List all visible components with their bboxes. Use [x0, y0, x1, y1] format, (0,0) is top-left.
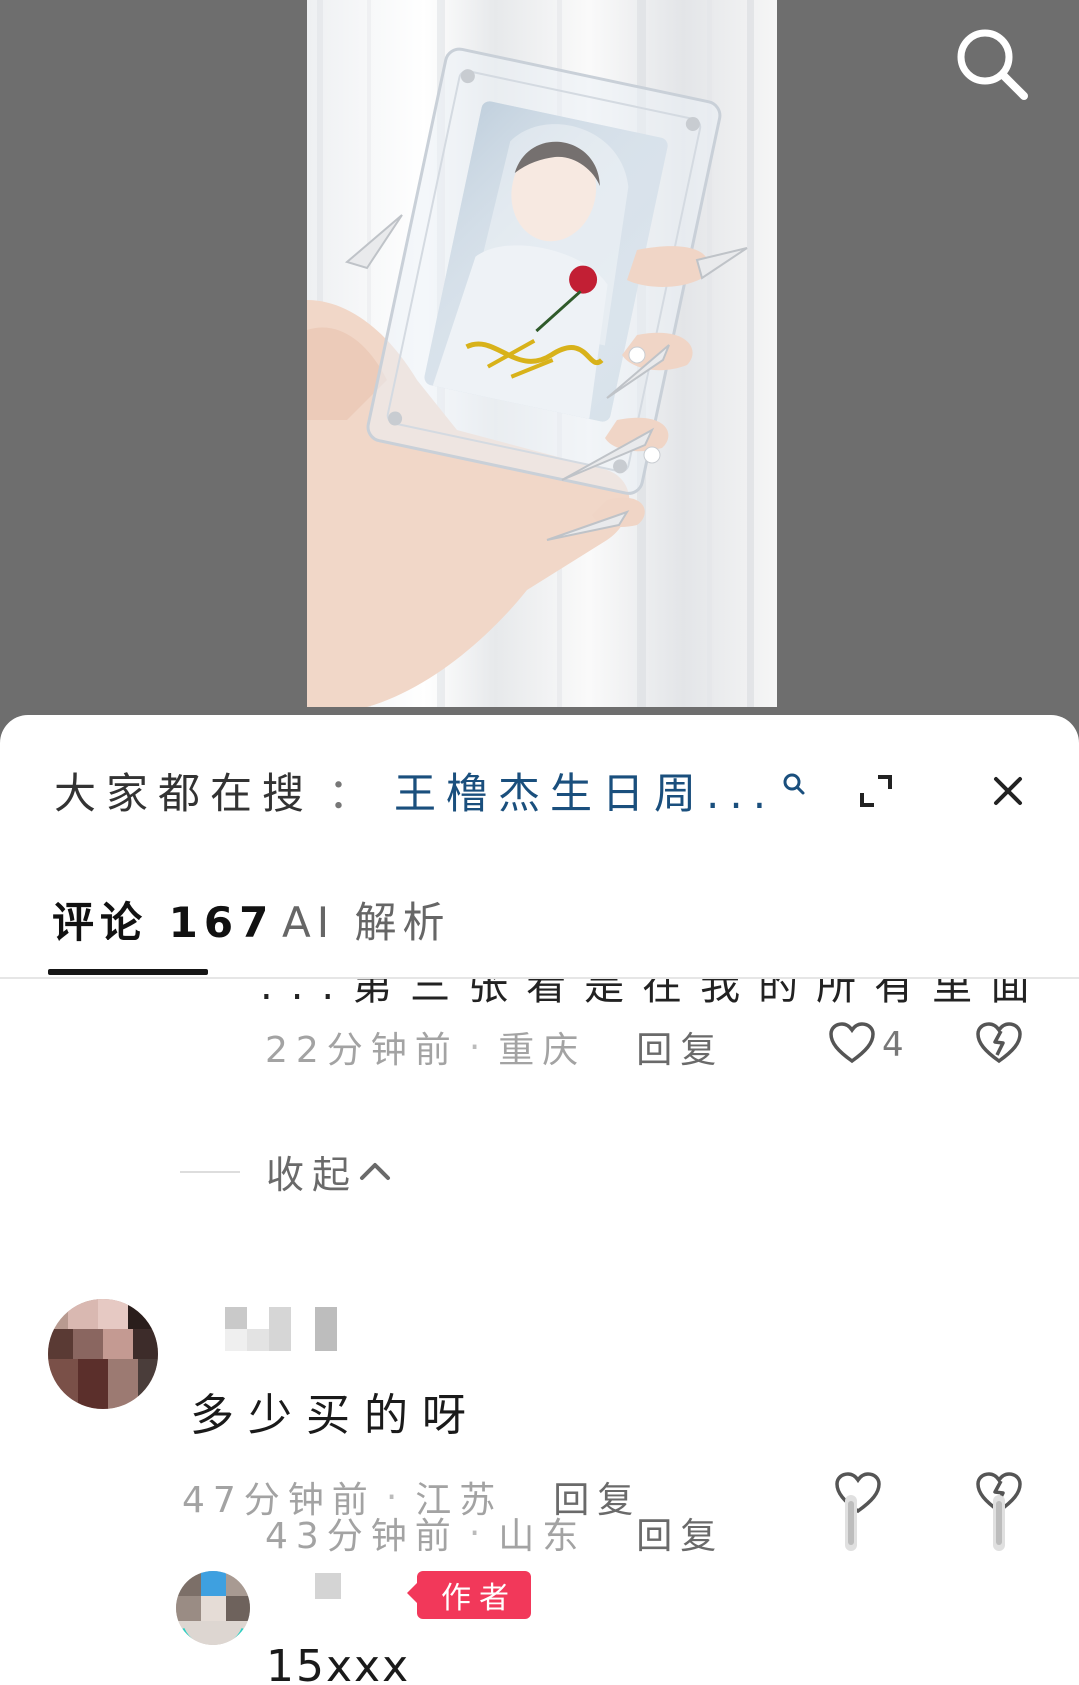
- close-icon[interactable]: [980, 763, 1036, 819]
- search-icon: [782, 757, 806, 806]
- avatar[interactable]: [48, 1299, 158, 1409]
- scroll-indicator-right: [990, 1493, 1008, 1553]
- like-count: 4: [882, 1025, 904, 1065]
- scroll-indicator-left: [842, 1493, 860, 1553]
- comment-list[interactable]: ...第三张看是在我的所有里面 22分钟前 · 重庆 回复 4 收起 多少买的呀…: [0, 979, 1079, 1685]
- screen: 大家都在搜 ： 王橹杰生日周... 评论 167 AI 解析 ...第三张看是在…: [0, 0, 1079, 1685]
- tab-comments[interactable]: 评论 167: [52, 889, 274, 950]
- photo-card-image: [307, 0, 777, 707]
- hot-search-colon: ：: [328, 768, 381, 818]
- comment-text: 15xxx: [266, 1641, 411, 1685]
- heart-icon: [828, 1021, 876, 1069]
- hot-search-bar[interactable]: 大家都在搜 ： 王橹杰生日周...: [54, 755, 806, 825]
- comment-sheet: 大家都在搜 ： 王橹杰生日周... 评论 167 AI 解析 ...第三张看是在…: [0, 715, 1079, 1685]
- username-redacted[interactable]: [225, 1307, 340, 1355]
- collapse-divider: [180, 1170, 240, 1173]
- comment-location: 重庆: [498, 1030, 587, 1071]
- author-badge: 作者: [407, 1571, 531, 1619]
- reply-button[interactable]: 回复: [636, 1507, 724, 1559]
- comment-tabs: 评论 167 AI 解析: [0, 865, 1079, 979]
- comment-location: 山东: [498, 1516, 587, 1557]
- collapse-label: 收起: [266, 1153, 359, 1197]
- username-redacted[interactable]: [315, 1573, 341, 1599]
- like-button[interactable]: 4: [828, 1021, 904, 1069]
- comment-time: 43分钟前: [265, 1516, 459, 1557]
- hot-search-term[interactable]: 王橹杰生日周...: [394, 760, 776, 821]
- reply-meta: 22分钟前 · 重庆 回复: [265, 1021, 724, 1073]
- dislike-icon: [975, 1021, 1023, 1069]
- dislike-button[interactable]: [975, 1021, 1023, 1069]
- search-icon[interactable]: [952, 24, 1032, 104]
- meta-separator: ·: [468, 1026, 489, 1068]
- hot-search-prefix: 大家都在搜: [54, 768, 315, 818]
- active-tab-indicator: [48, 969, 208, 975]
- reply-text-partial: ...第三张看是在我的所有里面: [260, 979, 1049, 1009]
- expand-icon[interactable]: [848, 763, 904, 819]
- reply-meta: 43分钟前 · 山东 回复: [265, 1507, 724, 1559]
- chevron-up-icon: [358, 1158, 392, 1186]
- tab-ai-analysis[interactable]: AI 解析: [282, 889, 450, 950]
- reply-button[interactable]: 回复: [636, 1021, 724, 1073]
- comment-time: 22分钟前: [265, 1030, 459, 1071]
- author-avatar[interactable]: [176, 1571, 250, 1645]
- meta-separator: ·: [468, 1512, 489, 1554]
- video-area[interactable]: [0, 0, 1079, 720]
- comment-text: 多少买的呀: [190, 1390, 480, 1441]
- collapse-replies-button[interactable]: 收起: [180, 1144, 392, 1199]
